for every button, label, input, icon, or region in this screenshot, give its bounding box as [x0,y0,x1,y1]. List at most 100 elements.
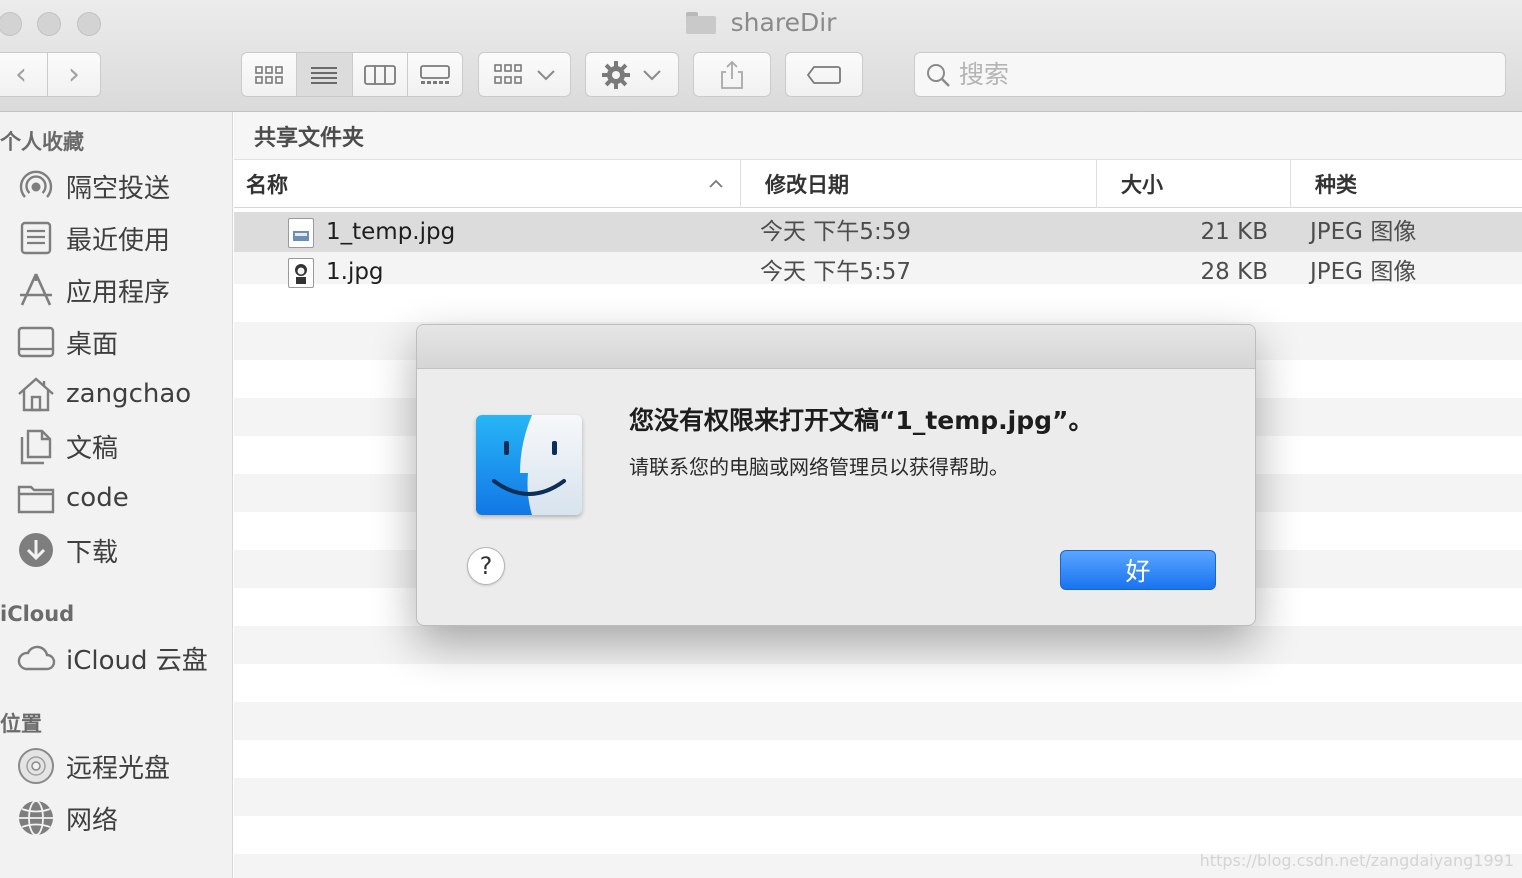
share-button[interactable] [693,52,771,97]
chevron-down-icon [643,69,661,80]
ok-button[interactable]: 好 [1060,550,1216,590]
documents-icon [16,426,56,466]
jpeg-file-icon [288,258,314,288]
sidebar-item-label: 最近使用 [66,225,171,256]
file-kind: JPEG 图像 [1310,259,1417,285]
permission-alert-dialog: 您没有权限来打开文稿“1_temp.jpg”。 请联系您的电脑或网络管理员以获得… [416,324,1256,626]
folder-icon [16,478,56,518]
sidebar-item-label: 应用程序 [66,277,171,308]
alert-detail: 请联系您的电脑或网络管理员以获得帮助。 [629,455,1009,479]
file-size: 28 KB [1200,259,1268,285]
action-menu-button[interactable] [585,52,679,97]
sidebar-item-label: 网络 [66,805,119,836]
column-name-label: 名称 [246,173,288,197]
view-mode-control [241,52,463,97]
downloads-icon [16,530,56,570]
sidebar-item-documents[interactable]: 文稿 [16,424,231,468]
group-by-button[interactable] [478,52,571,97]
cloud-icon [16,638,56,678]
column-header-name[interactable]: 名称 [234,160,741,208]
sidebar-item-downloads[interactable]: 下载 [16,528,231,572]
sidebar-item-airdrop[interactable]: 隔空投送 [16,164,231,208]
chevron-right-icon: › [68,56,80,92]
search-input[interactable] [959,60,1479,89]
sidebar-item-network[interactable]: 网络 [16,796,231,840]
file-row[interactable]: 1_temp.jpg 今天 下午5:59 21 KB JPEG 图像 [234,212,1522,252]
jpeg-file-icon [288,218,314,248]
column-header-kind[interactable]: 种类 [1291,160,1522,208]
icon-view-button[interactable] [242,53,298,96]
path-bar: 共享文件夹 [234,112,1522,160]
sidebar-item-label: 远程光盘 [66,753,171,784]
grid-icon [255,65,283,84]
home-icon [16,374,56,414]
sidebar-item-remote-disc[interactable]: 远程光盘 [16,744,231,788]
tag-icon [806,65,841,84]
tag-button[interactable] [785,52,863,97]
file-row[interactable]: 1.jpg 今天 下午5:57 28 KB JPEG 图像 [234,252,1522,292]
window-title: shareDir [0,8,1522,42]
file-date: 今天 下午5:57 [760,259,911,285]
gallery-icon [419,64,450,84]
question-mark-icon: ? [479,552,493,580]
gear-icon [602,60,630,89]
column-view-button[interactable] [353,53,408,96]
sidebar-item-desktop[interactable]: 桌面 [16,320,231,364]
watermark: https://blog.csdn.net/zangdaiyang1991 [1199,851,1514,870]
folder-icon [685,11,716,34]
share-icon [721,60,743,89]
finder-icon [476,415,582,515]
folder-title: 共享文件夹 [254,125,365,151]
sidebar-section-icloud: iCloud [0,602,75,626]
column-date-label: 修改日期 [765,173,849,197]
file-date: 今天 下午5:59 [760,219,911,245]
sidebar: 个人收藏 隔空投送 最近使用 应用程序 桌面 zangchao 文稿 code [0,112,233,878]
sidebar-item-recents[interactable]: 最近使用 [16,216,231,260]
column-header-size[interactable]: 大小 [1097,160,1291,208]
list-view-button[interactable] [297,53,353,96]
search-icon [927,63,950,87]
chevron-down-icon [536,69,555,80]
disc-icon [16,746,56,786]
sidebar-item-label: 下载 [66,537,119,568]
column-header-date[interactable]: 修改日期 [741,160,1097,208]
file-name: 1.jpg [326,259,384,285]
file-name: 1_temp.jpg [326,219,456,245]
sidebar-item-label: 隔空投送 [66,173,171,204]
sort-ascending-icon [709,179,723,188]
sidebar-item-label: iCloud 云盘 [66,645,208,676]
file-size: 21 KB [1200,219,1268,245]
gallery-view-button[interactable] [408,53,462,96]
forward-button[interactable]: › [48,53,100,96]
window-title-text: shareDir [730,8,837,37]
sidebar-item-icloud-drive[interactable]: iCloud 云盘 [16,636,231,680]
sidebar-section-locations: 位置 [0,712,42,736]
dialog-title-bar [417,325,1255,369]
recents-icon [16,218,56,258]
alert-message: 您没有权限来打开文稿“1_temp.jpg”。 [629,406,1094,435]
sidebar-item-home[interactable]: zangchao [16,372,231,416]
sidebar-item-label: 桌面 [66,329,119,360]
search-field[interactable] [914,52,1506,97]
applications-icon [16,270,56,310]
sidebar-item-code[interactable]: code [16,476,231,520]
grid-group-icon [493,63,522,84]
desktop-icon [16,322,56,362]
sidebar-section-favorites: 个人收藏 [0,130,84,154]
airdrop-icon [16,166,56,206]
list-icon [311,66,338,84]
sidebar-item-applications[interactable]: 应用程序 [16,268,231,312]
column-kind-label: 种类 [1315,173,1357,197]
columns-icon [363,64,396,85]
column-size-label: 大小 [1121,173,1163,197]
back-button[interactable]: ‹ [0,53,48,96]
nav-buttons: ‹ › [0,52,101,97]
sidebar-item-label: code [66,483,129,513]
sidebar-item-label: zangchao [66,379,192,409]
chevron-left-icon: ‹ [15,56,27,92]
toolbar: shareDir ‹ › [0,0,1522,112]
network-icon [16,798,56,838]
help-button[interactable]: ? [467,547,505,585]
file-kind: JPEG 图像 [1310,219,1417,245]
sidebar-item-label: 文稿 [66,433,119,464]
